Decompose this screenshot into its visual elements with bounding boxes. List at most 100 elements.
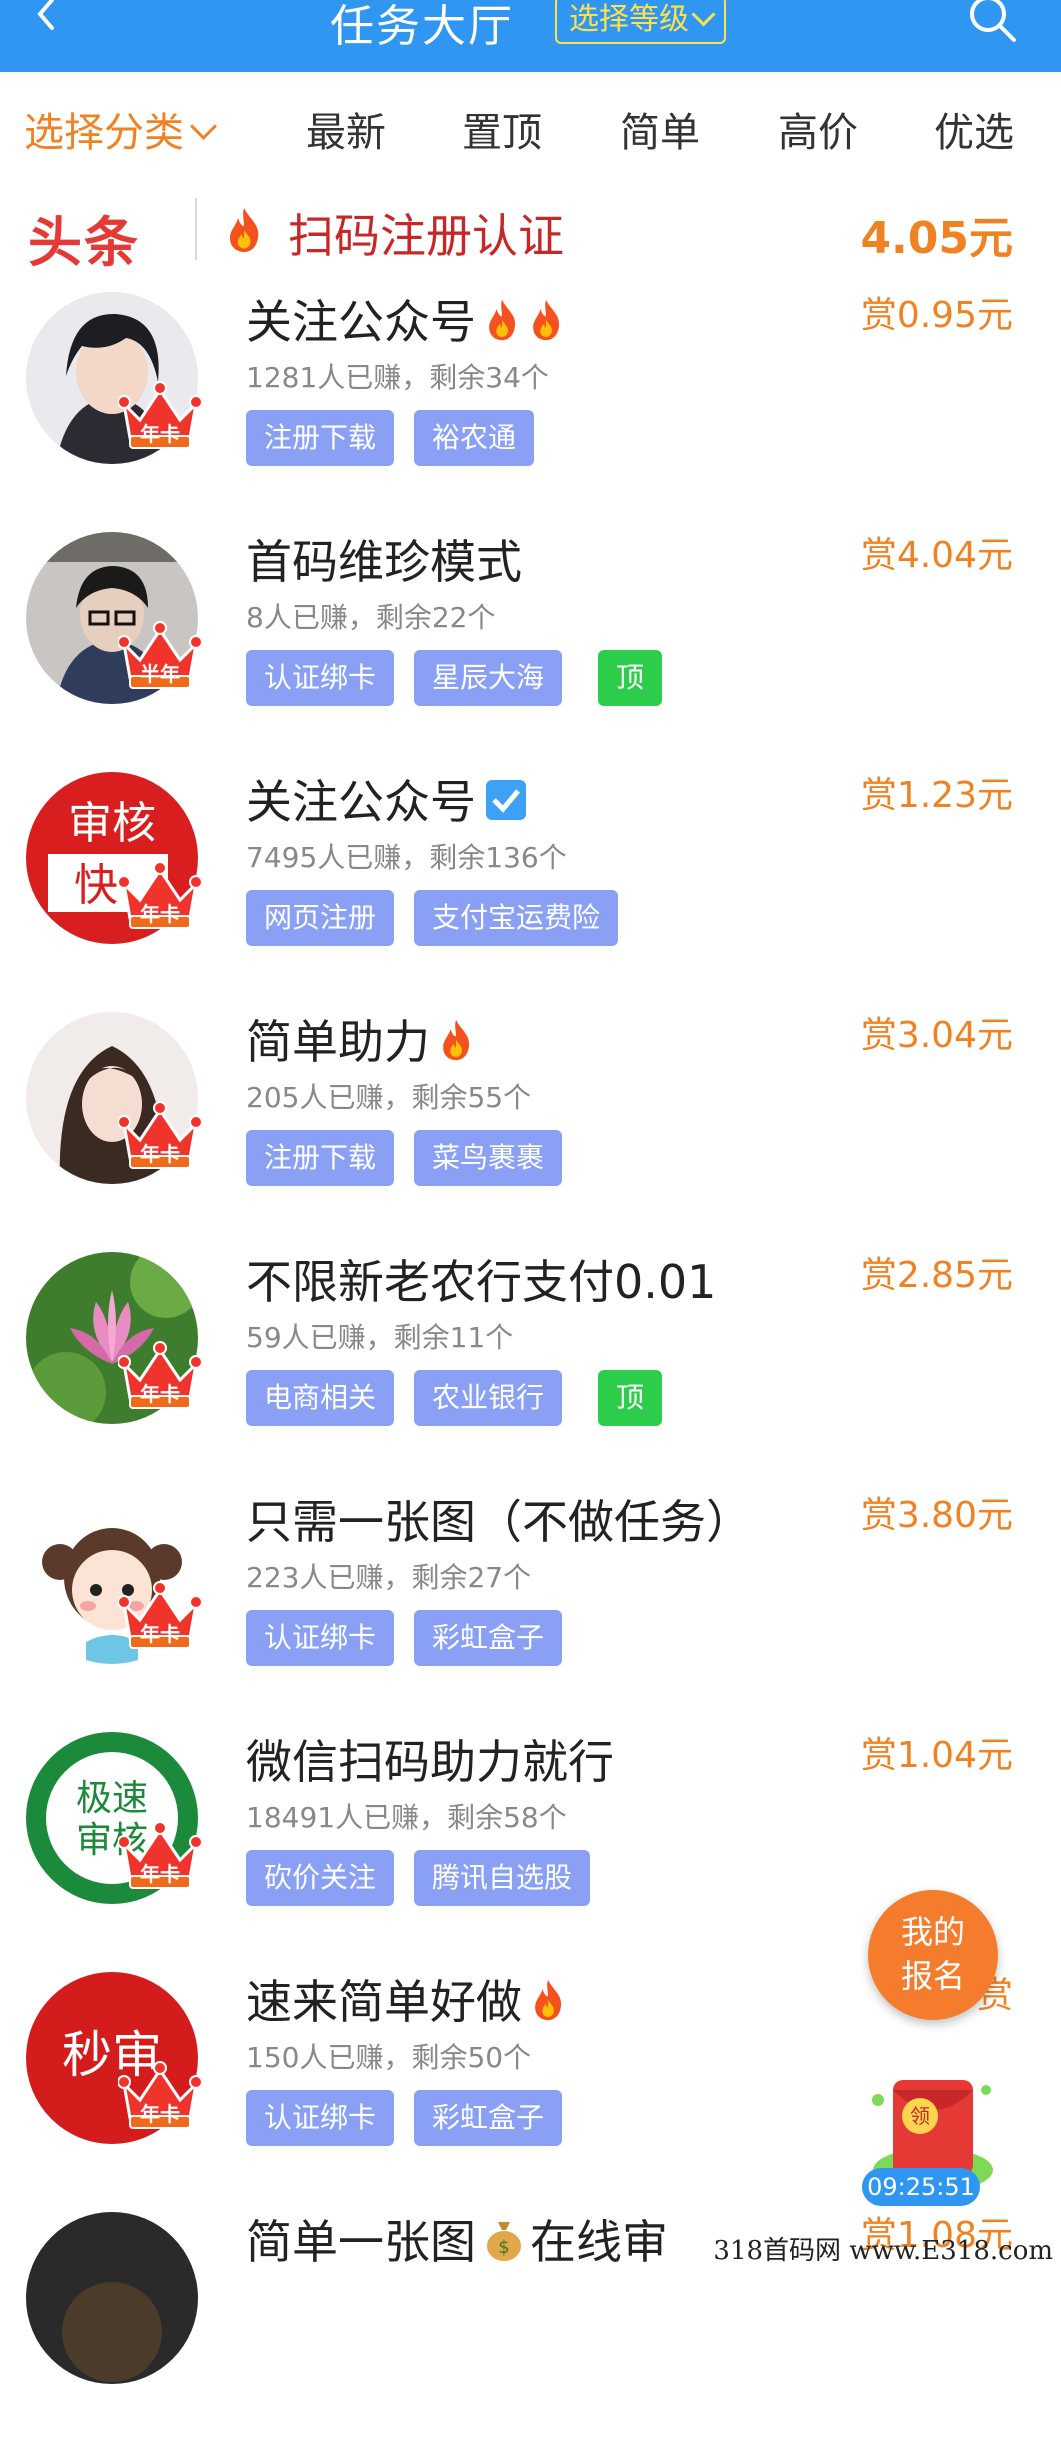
redpack-label: 领 <box>910 2104 930 2128</box>
fire-icon <box>484 298 520 353</box>
membership-badge: 年卡 <box>140 902 180 926</box>
task-stats: 18491人已赚，剩余58个 <box>246 1801 567 1834</box>
chevron-down-icon <box>190 113 217 140</box>
task-reward: 赏2.85元 <box>860 1255 1013 1296</box>
task-title-text: 速来简单好做 <box>246 1975 522 2029</box>
task-stats: 1281人已赚，剩余34个 <box>246 361 549 394</box>
headline-banner[interactable]: 头条 扫码注册认证 4.05元 <box>0 190 1061 280</box>
task-title: 关注公众号 <box>246 766 528 833</box>
task-title-text: 微信扫码助力就行 <box>246 1735 614 1789</box>
task-title-text: 简单一张图 <box>246 2215 476 2269</box>
task-reward: 赏1.23元 <box>860 775 1013 816</box>
task-title-text: 关注公众号 <box>246 295 476 349</box>
fire-icon <box>530 1978 566 2033</box>
membership-badge: 年卡 <box>140 422 180 446</box>
task-tag: 彩虹盒子 <box>414 1610 563 1666</box>
headline-price: 4.05元 <box>860 213 1013 264</box>
my-signup-line2: 报名 <box>900 1957 965 1995</box>
category-tabs: 选择分类 最新 置顶 简单 高价 优选 <box>0 80 1061 176</box>
task-title-suffix: 在线审 <box>530 2215 668 2269</box>
task-tag: 彩虹盒子 <box>414 2090 563 2146</box>
task-tag: 注册下载 <box>246 1130 395 1186</box>
tab-label: 选择分类 <box>24 110 184 156</box>
task-row[interactable]: 年卡 关注公众号 1281人已赚，剩余34个 注册下载 裕农通 赏0.95元 <box>0 292 1061 532</box>
my-signup-button[interactable]: 我的 报名 <box>868 1890 998 2020</box>
back-arrow-icon[interactable] <box>28 0 68 40</box>
tab-latest[interactable]: 最新 <box>306 100 386 158</box>
membership-badge: 年卡 <box>140 1142 180 1166</box>
pinned-badge: 顶 <box>598 650 663 706</box>
task-row[interactable]: 年卡 不限新老农行支付0.01 59人已赚，剩余11个 电商相关 农业银行顶 赏2.85元 <box>0 1252 1061 1492</box>
fire-icon <box>438 1018 474 1073</box>
pinned-badge: 顶 <box>598 1370 663 1426</box>
membership-badge: 年卡 <box>140 2102 180 2126</box>
headline-text: 扫码注册认证 <box>288 209 564 263</box>
divider <box>195 198 197 260</box>
task-reward: 赏1.04元 <box>860 1735 1013 1776</box>
task-stats: 59人已赚，剩余11个 <box>246 1321 514 1354</box>
task-tag: 认证绑卡 <box>246 2090 395 2146</box>
membership-badge: 半年 <box>140 662 180 686</box>
task-stats: 205人已赚，剩余55个 <box>246 1081 532 1114</box>
avatar <box>26 2212 198 2384</box>
task-title-text: 不限新老农行支付0.01 <box>246 1255 717 1309</box>
select-level-label: 选择等级 <box>569 2 689 37</box>
membership-badge: 年卡 <box>140 1382 180 1406</box>
task-title: 微信扫码助力就行 <box>246 1726 614 1792</box>
svg-text:快: 快 <box>74 860 118 911</box>
task-tag: 电商相关 <box>246 1370 395 1426</box>
task-tag: 认证绑卡 <box>246 650 395 706</box>
my-signup-line1: 我的 <box>900 1913 965 1951</box>
task-tag: 砍价关注 <box>246 1850 395 1906</box>
task-stats: 8人已赚，剩余22个 <box>246 601 496 634</box>
money-bag-icon: $ <box>484 2218 524 2273</box>
header-bar: 任务大厅 选择等级 <box>0 0 1061 72</box>
task-stats: 150人已赚，剩余50个 <box>246 2041 532 2074</box>
task-title: 不限新老农行支付0.01 <box>246 1246 716 1312</box>
task-row[interactable]: 年卡 只需一张图（不做任务） 223人已赚，剩余27个 认证绑卡 彩虹盒子 赏3.80元 <box>0 1492 1061 1732</box>
task-tag: 腾讯自选股 <box>414 1850 591 1906</box>
check-icon <box>484 778 528 833</box>
tab-select-category[interactable]: 选择分类 <box>24 100 217 158</box>
task-title: 首码维珍模式 <box>246 526 522 592</box>
task-tag: 支付宝运费险 <box>414 890 619 946</box>
task-title: 简单一张图 $ 在线审 <box>246 2206 668 2273</box>
tab-simple[interactable]: 简单 <box>620 100 700 158</box>
tab-pinned[interactable]: 置顶 <box>462 100 542 158</box>
watermark: 318首码网 www.E318.com <box>713 2236 1053 2266</box>
task-title-text: 简单助力 <box>246 1015 430 1069</box>
svg-text:审核: 审核 <box>68 798 156 849</box>
task-title-text: 首码维珍模式 <box>246 535 522 589</box>
svg-text:$: $ <box>498 2237 509 2258</box>
tab-preferred[interactable]: 优选 <box>934 100 1014 158</box>
tab-high-price[interactable]: 高价 <box>778 100 858 158</box>
task-title: 关注公众号 <box>246 286 564 353</box>
task-row[interactable]: 审核快年卡 关注公众号 7495人已赚，剩余136个网页注册 支付宝运费险 赏1.23元 <box>0 772 1061 1012</box>
task-stats: 7495人已赚，剩余136个 <box>246 841 567 874</box>
task-title-text: 只需一张图（不做任务） <box>246 1495 752 1549</box>
task-tag: 注册下载 <box>246 410 395 466</box>
fire-icon <box>528 298 564 353</box>
task-tag: 星辰大海 <box>414 650 563 706</box>
membership-badge: 年卡 <box>140 1862 180 1886</box>
task-reward: 赏3.04元 <box>860 1015 1013 1056</box>
page-title: 任务大厅 <box>330 1 514 52</box>
task-tag: 网页注册 <box>246 890 395 946</box>
svg-text:极速: 极速 <box>76 1778 148 1819</box>
task-title: 只需一张图（不做任务） <box>246 1486 752 1552</box>
membership-badge: 年卡 <box>140 1622 180 1646</box>
search-icon[interactable] <box>966 0 1022 46</box>
task-reward: 赏0.95元 <box>860 295 1013 336</box>
task-stats: 223人已赚，剩余27个 <box>246 1561 532 1594</box>
headline-logo: 头条 <box>28 211 140 274</box>
fire-icon <box>230 208 259 252</box>
task-title-text: 关注公众号 <box>246 775 476 829</box>
countdown-timer: 09:25:51 <box>862 2168 980 2206</box>
task-title: 速来简单好做 <box>246 1966 566 2033</box>
task-reward: 赏4.04元 <box>860 535 1013 576</box>
select-level-button[interactable]: 选择等级 <box>555 0 726 44</box>
task-row[interactable]: 年卡 简单助力 205人已赚，剩余55个注册下载 菜鸟裹裹 赏3.04元 <box>0 1012 1061 1252</box>
task-title: 简单助力 <box>246 1006 474 1073</box>
task-row[interactable]: 半年 首码维珍模式 8人已赚，剩余22个认证绑卡 星辰大海顶 赏4.04元 <box>0 532 1061 772</box>
task-tag: 菜鸟裹裹 <box>414 1130 563 1186</box>
